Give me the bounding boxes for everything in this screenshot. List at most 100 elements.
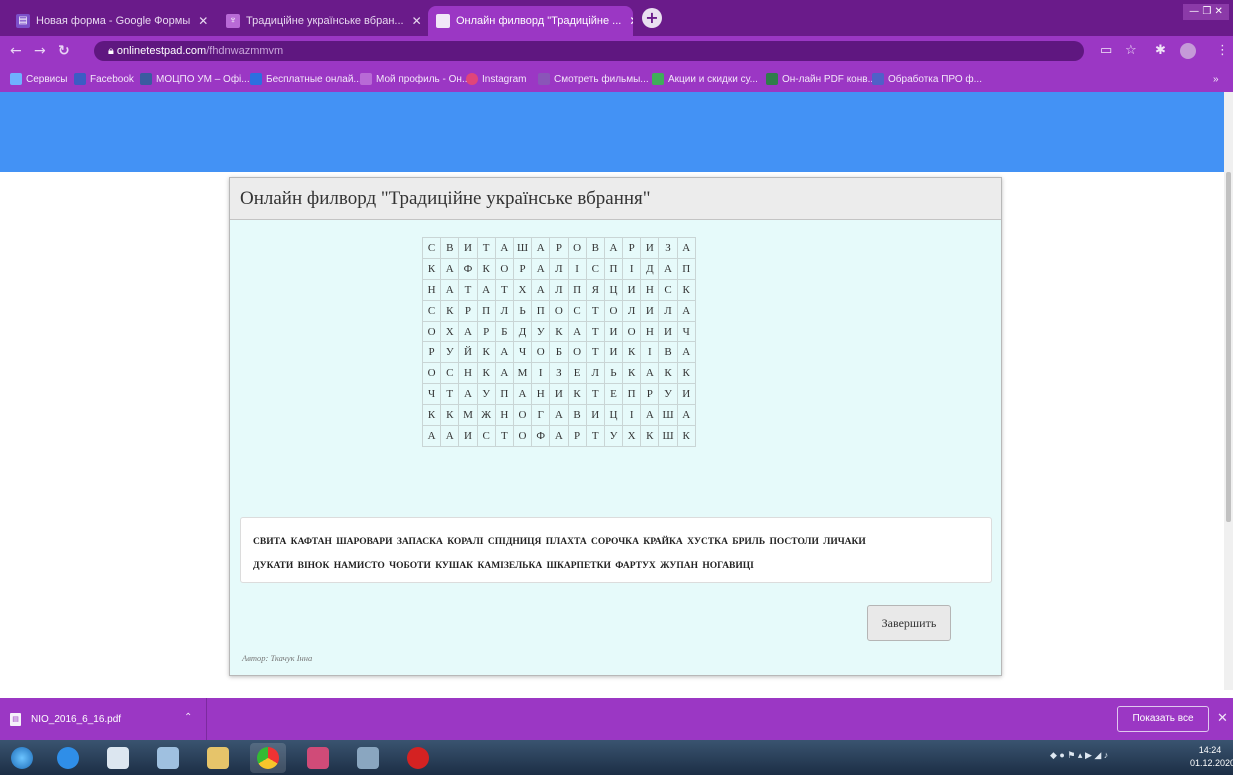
grid-cell[interactable]: А (531, 237, 551, 259)
window-controls[interactable]: — ❐ ✕ (1183, 4, 1229, 20)
start-button[interactable] (4, 743, 40, 773)
finish-button[interactable]: Завершить (867, 605, 951, 641)
grid-cell[interactable]: В (585, 237, 605, 259)
grid-cell[interactable]: А (440, 425, 460, 447)
chevron-up-icon[interactable]: ⌃ (184, 712, 192, 723)
grid-cell[interactable]: В (440, 237, 460, 259)
grid-cell[interactable]: А (494, 341, 514, 364)
grid-cell[interactable]: А (440, 278, 460, 301)
grid-cell[interactable]: Ш (658, 425, 678, 447)
grid-cell[interactable]: И (603, 341, 624, 364)
bookmark-free-online[interactable]: Бесплатные онлай... (250, 71, 362, 87)
grid-cell[interactable]: Н (640, 278, 660, 301)
avatar[interactable] (1180, 43, 1196, 59)
grid-cell[interactable]: Т (585, 299, 605, 322)
grid-cell[interactable]: Г (531, 404, 551, 427)
close-icon[interactable]: ✕ (621, 14, 633, 28)
grid-cell[interactable]: А (603, 237, 624, 259)
grid-cell[interactable]: И (658, 320, 678, 343)
grid-cell[interactable]: Ф (531, 425, 551, 447)
grid-cell[interactable]: К (676, 362, 696, 385)
close-icon[interactable]: ✕ (1217, 711, 1228, 726)
tab-google-forms[interactable]: ▤ Новая форма - Google Формы ✕ (8, 6, 213, 36)
grid-cell[interactable]: О (567, 237, 587, 259)
grid-cell[interactable]: А (494, 237, 514, 259)
grid-cell[interactable]: Н (494, 404, 514, 427)
grid-cell[interactable]: А (658, 257, 678, 280)
grid-cell[interactable]: О (512, 404, 533, 427)
grid-cell[interactable]: Т (440, 383, 460, 406)
bookmark-instagram[interactable]: Instagram (466, 71, 526, 87)
grid-cell[interactable]: Ч (512, 341, 533, 364)
grid-cell[interactable]: І (640, 341, 660, 364)
grid-cell[interactable]: Р (458, 299, 478, 322)
grid-cell[interactable]: К (440, 299, 460, 322)
grid-cell[interactable]: О (512, 425, 533, 447)
grid-cell[interactable]: К (622, 341, 642, 364)
grid-cell[interactable]: И (676, 383, 696, 406)
bookmark-sales[interactable]: Акции и скидки су... (652, 71, 758, 87)
scrollbar-thumb[interactable] (1226, 172, 1231, 522)
grid-cell[interactable]: С (421, 299, 442, 322)
grid-cell[interactable]: П (494, 383, 514, 406)
grid-cell[interactable]: П (567, 278, 587, 301)
grid-cell[interactable]: Н (640, 320, 660, 343)
grid-cell[interactable]: У (440, 341, 460, 364)
star-icon[interactable]: ☆ (1125, 43, 1137, 59)
back-icon[interactable]: ← (10, 43, 22, 59)
grid-cell[interactable]: П (476, 299, 496, 322)
grid-cell[interactable]: У (658, 383, 678, 406)
grid-cell[interactable]: В (567, 404, 587, 427)
grid-cell[interactable]: К (476, 257, 496, 280)
grid-cell[interactable]: Т (585, 425, 605, 447)
grid-cell[interactable]: У (531, 320, 551, 343)
bookmark-processing[interactable]: Обработка ПРО ф... (872, 71, 982, 87)
show-all-button[interactable]: Показать все (1117, 706, 1209, 732)
grid-cell[interactable]: О (494, 257, 514, 280)
grid-cell[interactable]: Д (512, 320, 533, 343)
grid-cell[interactable]: Р (640, 383, 660, 406)
grid-cell[interactable]: Й (458, 341, 478, 364)
menu-icon[interactable]: ⋮ (1216, 43, 1229, 59)
grid-cell[interactable]: Х (622, 425, 642, 447)
grid-cell[interactable]: К (476, 341, 496, 364)
grid-cell[interactable]: М (512, 362, 533, 385)
bookmark-my-profile[interactable]: Мой профиль - Он... (360, 71, 470, 87)
grid-cell[interactable]: П (531, 299, 551, 322)
grid-cell[interactable]: П (603, 257, 624, 280)
grid-cell[interactable]: У (603, 425, 624, 447)
grid-cell[interactable]: Я (585, 278, 605, 301)
grid-cell[interactable]: Р (567, 425, 587, 447)
grid-cell[interactable]: І (567, 257, 587, 280)
grid-cell[interactable]: Т (494, 278, 514, 301)
grid-cell[interactable]: С (658, 278, 678, 301)
grid-cell[interactable]: Х (440, 320, 460, 343)
grid-cell[interactable]: К (676, 425, 696, 447)
grid-cell[interactable]: К (640, 425, 660, 447)
grid-cell[interactable]: И (549, 383, 569, 406)
grid-cell[interactable]: І (622, 404, 642, 427)
grid-cell[interactable]: Ч (676, 320, 696, 343)
grid-cell[interactable]: О (603, 299, 624, 322)
grid-cell[interactable]: Т (476, 237, 496, 259)
grid-cell[interactable]: Р (549, 237, 569, 259)
grid-cell[interactable]: Т (585, 320, 605, 343)
grid-cell[interactable]: Л (585, 362, 605, 385)
grid-cell[interactable]: Ь (603, 362, 624, 385)
system-tray-icons[interactable]: ◆ ● ⚑ ▴ ▶ ◢ ♪ (1050, 750, 1108, 761)
spreadsheet-icon[interactable] (150, 743, 186, 773)
taskbar-clock[interactable]: 14:24 01.12.2020 (1190, 744, 1233, 770)
grid-cell[interactable]: Т (585, 383, 605, 406)
grid-cell[interactable]: О (531, 341, 551, 364)
bookmarks-overflow-icon[interactable]: » (1213, 71, 1219, 87)
grid-cell[interactable]: Ш (512, 237, 533, 259)
grid-cell[interactable]: А (494, 362, 514, 385)
grid-cell[interactable]: А (676, 237, 696, 259)
grid-cell[interactable]: А (676, 341, 696, 364)
grid-cell[interactable]: Р (421, 341, 442, 364)
folder-icon[interactable] (200, 743, 236, 773)
grid-cell[interactable]: М (458, 404, 478, 427)
grid-cell[interactable]: О (567, 341, 587, 364)
grid-cell[interactable]: Д (640, 257, 660, 280)
grid-cell[interactable]: О (549, 299, 569, 322)
